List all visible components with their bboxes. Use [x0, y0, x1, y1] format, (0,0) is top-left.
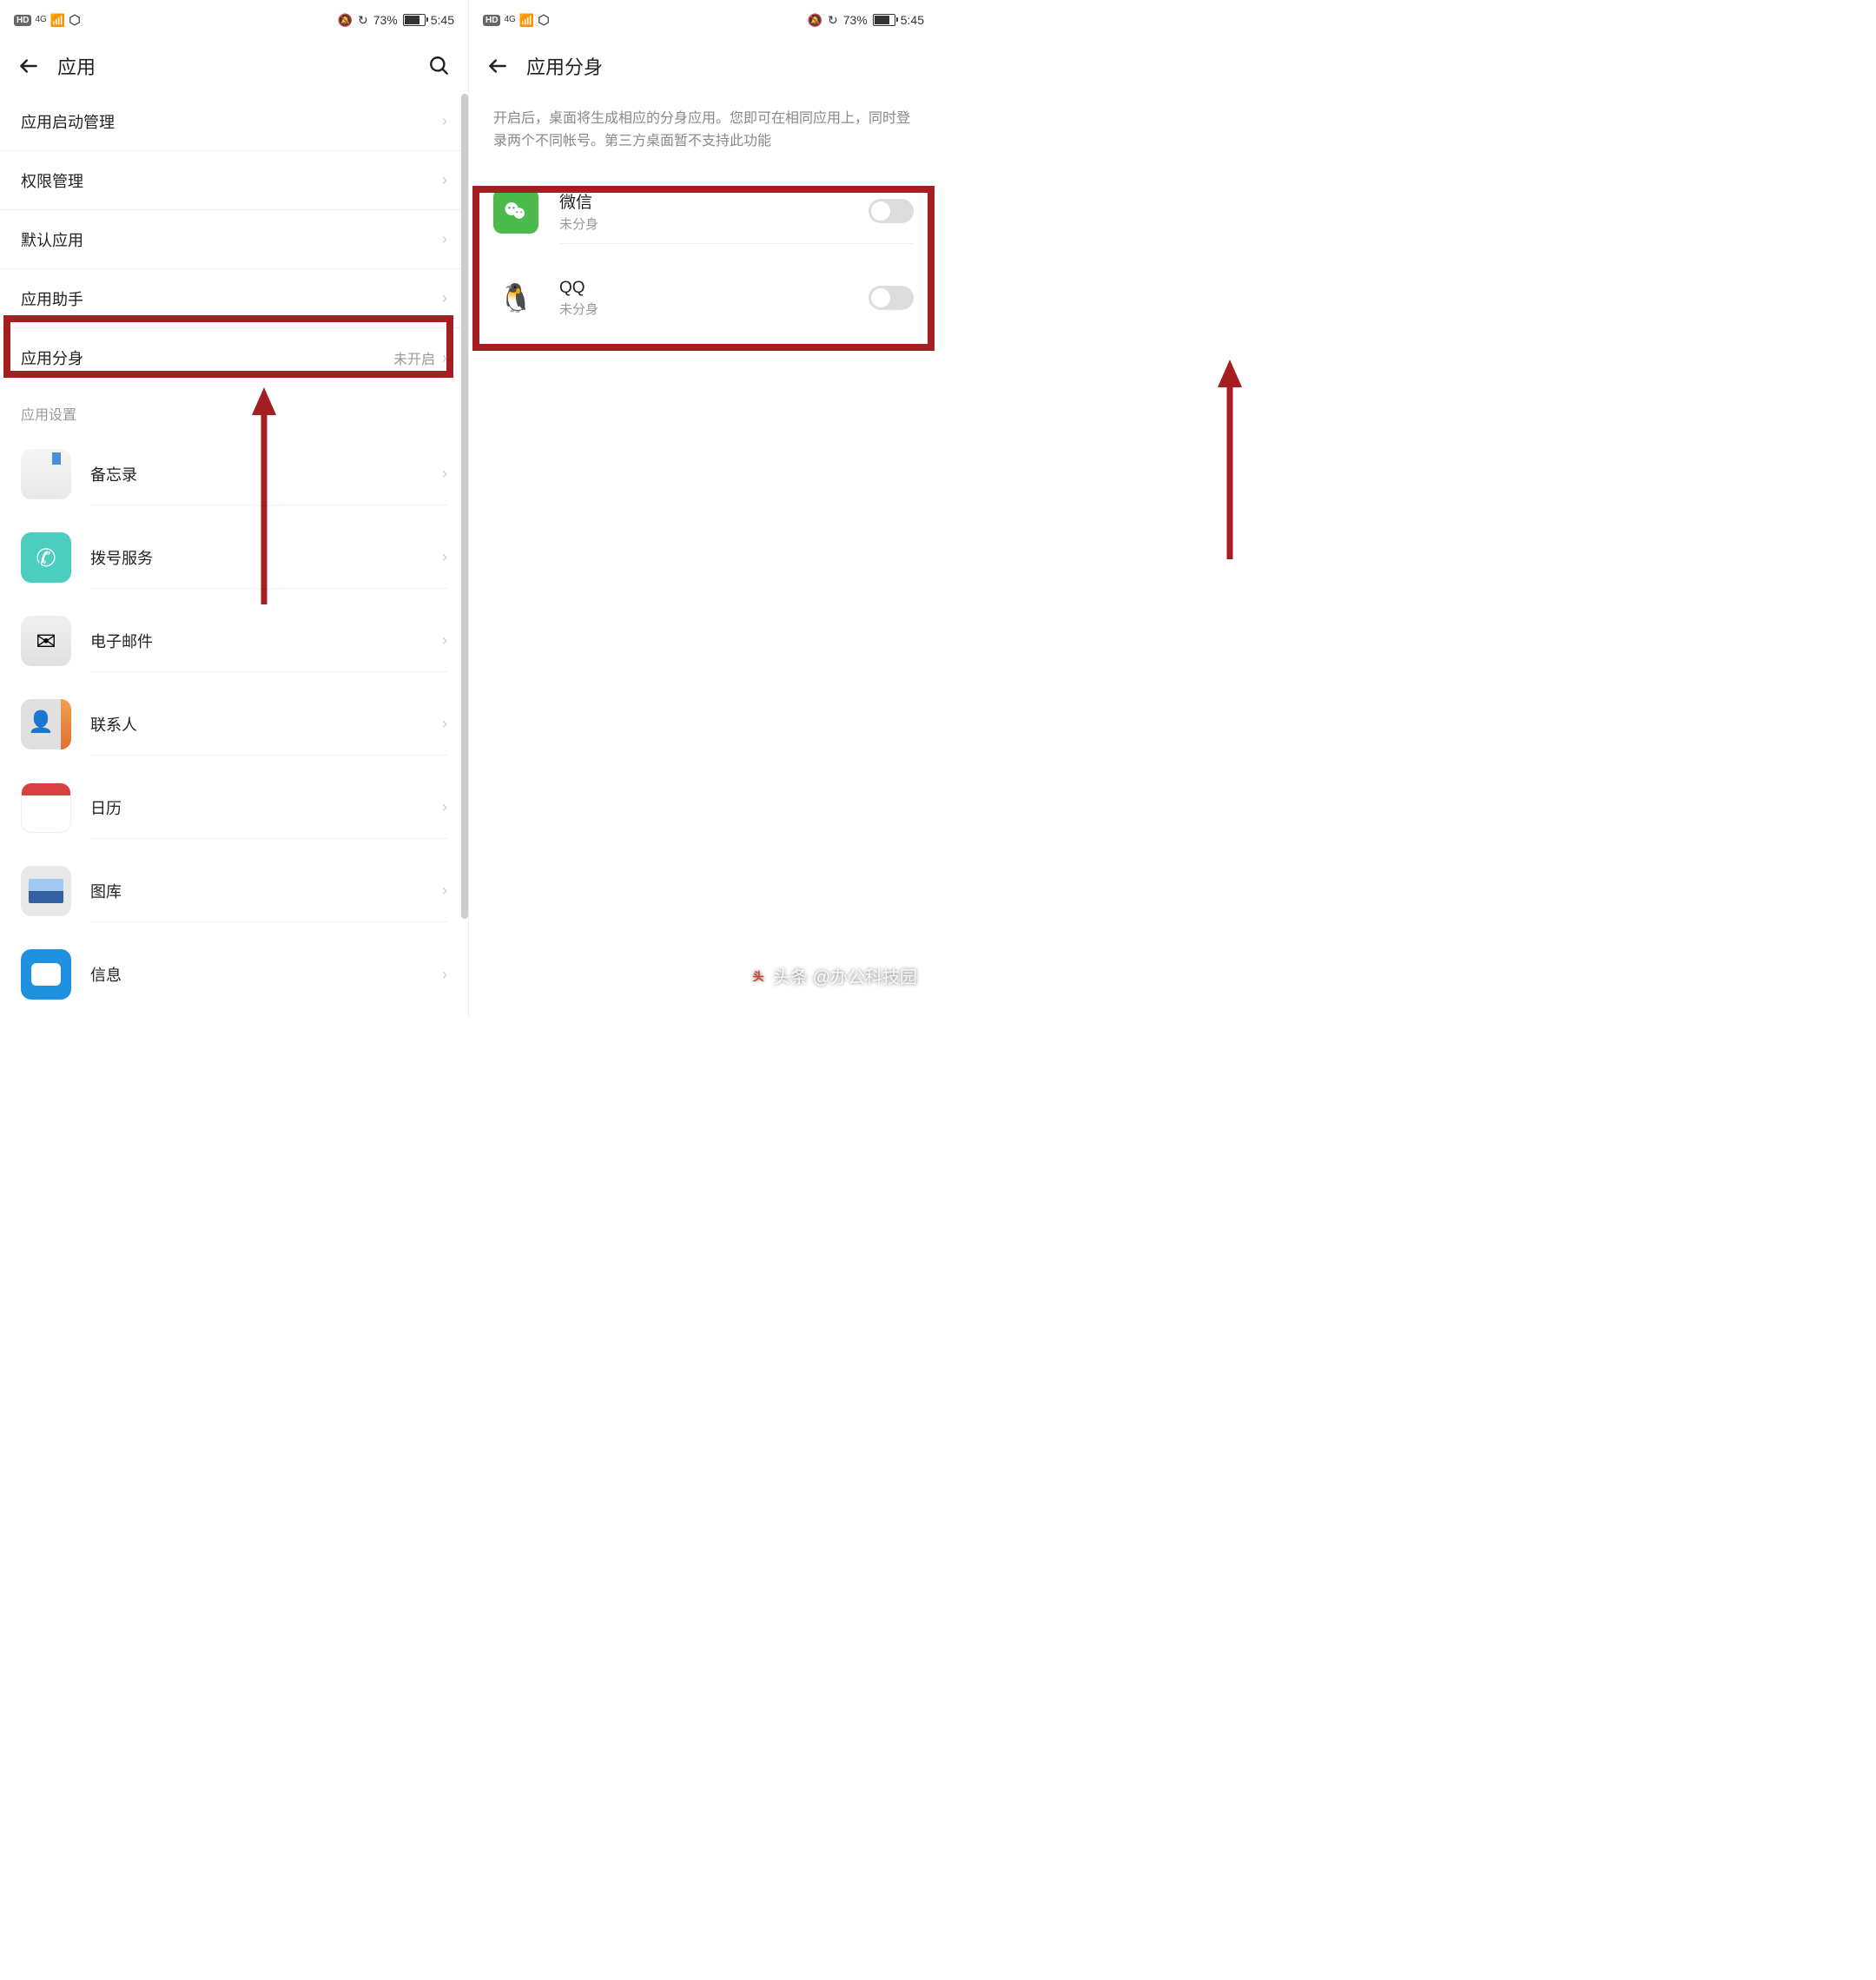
signal-indicator: 4G [35, 16, 46, 24]
signal-bars-icon: 📶 [50, 13, 65, 28]
gallery-icon [21, 866, 71, 916]
battery-pct: 73% [373, 13, 398, 27]
item-label: 应用启动管理 [21, 110, 442, 133]
app-item-calendar[interactable]: 日历 › [0, 766, 468, 849]
app-item-contacts[interactable]: 联系人 › [0, 683, 468, 766]
app-name: 微信 [559, 189, 869, 213]
status-bar: HD 4G 📶 🔕 ↻ 73% 5:45 [0, 0, 468, 40]
chevron-right-icon: › [442, 112, 447, 130]
item-label: 权限管理 [21, 169, 442, 192]
app-status: 未分身 [559, 214, 869, 233]
chevron-right-icon: › [442, 465, 447, 483]
hd-icon: HD [483, 15, 500, 26]
watermark-text: 头条 @办公科技园 [773, 963, 917, 988]
calendar-icon [21, 782, 71, 833]
data-icon: ↻ [828, 13, 838, 28]
qq-icon: 🐧 [493, 275, 538, 320]
phone-screen-apps: HD 4G 📶 🔕 ↻ 73% 5:45 应用 应用启动管理 › 权限管理 › … [0, 0, 469, 1016]
hd-icon: HD [14, 15, 31, 26]
chevron-right-icon: › [442, 798, 447, 816]
memo-icon [21, 449, 71, 499]
status-bar: HD 4G 📶 🔕 ↻ 73% 5:45 [469, 0, 938, 40]
chevron-right-icon: › [442, 715, 447, 733]
item-default-apps[interactable]: 默认应用 › [0, 210, 468, 269]
twin-app-list: 微信 未分身 🐧 QQ 未分身 [469, 168, 938, 341]
twin-item-wechat: 微信 未分身 [469, 168, 938, 254]
app-name: 备忘录 [90, 463, 442, 485]
chevron-right-icon: › [442, 881, 447, 900]
header: 应用 [0, 40, 468, 92]
phone-screen-app-twin: HD 4G 📶 🔕 ↻ 73% 5:45 应用分身 开启后，桌面将生成相应的分身… [469, 0, 938, 1016]
battery-icon [873, 14, 895, 26]
signal-indicator: 4G [504, 16, 515, 24]
app-name: 联系人 [90, 713, 442, 736]
clock: 5:45 [901, 13, 924, 27]
header: 应用分身 [469, 40, 938, 92]
chevron-right-icon: › [442, 548, 447, 566]
chevron-right-icon: › [442, 289, 447, 307]
contacts-icon [21, 699, 71, 749]
app-name: 日历 [90, 796, 442, 819]
chevron-right-icon: › [442, 230, 447, 248]
settings-list: 应用启动管理 › 权限管理 › 默认应用 › 应用助手 › 应用分身 未开启 › [0, 92, 468, 387]
back-button[interactable] [17, 55, 40, 77]
app-item-dialer[interactable]: ✆ 拨号服务 › [0, 516, 468, 599]
item-app-launch[interactable]: 应用启动管理 › [0, 92, 468, 151]
app-name: 电子邮件 [90, 630, 442, 652]
toggle-wechat[interactable] [869, 199, 914, 223]
item-label: 应用分身 [21, 346, 393, 369]
battery-pct: 73% [843, 13, 868, 27]
annotation-arrow [1212, 360, 1247, 559]
app-status: 未分身 [559, 300, 869, 318]
clock: 5:45 [431, 13, 454, 27]
app-item-email[interactable]: ✉ 电子邮件 › [0, 599, 468, 683]
mute-icon: 🔕 [808, 13, 822, 28]
data-icon: ↻ [358, 13, 368, 28]
mute-icon: 🔕 [338, 13, 353, 28]
page-title: 应用分身 [526, 52, 921, 80]
wechat-icon [493, 188, 538, 234]
section-header: 应用设置 [0, 387, 468, 432]
mail-icon: ✉ [21, 616, 71, 666]
chevron-right-icon: › [442, 171, 447, 189]
page-title: 应用 [57, 52, 411, 80]
app-name: QQ [559, 279, 869, 298]
signal-bars-icon: 📶 [519, 13, 534, 28]
chevron-right-icon: › [442, 966, 447, 984]
phone-icon: ✆ [21, 532, 71, 583]
twin-item-qq: 🐧 QQ 未分身 [469, 254, 938, 341]
item-app-twin[interactable]: 应用分身 未开启 › [0, 328, 468, 387]
watermark: 头 头条 @办公科技园 [749, 963, 917, 988]
app-item-memo[interactable]: 备忘录 › [0, 432, 468, 516]
item-permissions[interactable]: 权限管理 › [0, 151, 468, 210]
messages-icon [21, 949, 71, 1000]
item-app-assistant[interactable]: 应用助手 › [0, 269, 468, 328]
app-settings-list: 备忘录 › ✆ 拨号服务 › ✉ 电子邮件 › 联系人 › [0, 432, 468, 1016]
app-item-gallery[interactable]: 图库 › [0, 849, 468, 933]
search-button[interactable] [428, 55, 451, 77]
back-button[interactable] [486, 55, 509, 77]
description: 开启后，桌面将生成相应的分身应用。您即可在相同应用上，同时登录两个不同帐号。第三… [469, 92, 938, 168]
app-name: 信息 [90, 963, 442, 986]
item-value: 未开启 [393, 347, 435, 368]
chevron-right-icon: › [442, 631, 447, 650]
chevron-right-icon: › [442, 349, 447, 367]
scrollbar[interactable] [461, 94, 468, 919]
item-label: 默认应用 [21, 228, 442, 251]
hex-icon [69, 14, 81, 26]
app-name: 拨号服务 [90, 546, 442, 569]
app-item-messages[interactable]: 信息 › [0, 933, 468, 1016]
watermark-badge-icon: 头 [749, 967, 768, 986]
toggle-qq[interactable] [869, 286, 914, 310]
app-name: 图库 [90, 880, 442, 902]
item-label: 应用助手 [21, 287, 442, 310]
hex-icon [538, 14, 550, 26]
battery-icon [403, 14, 426, 26]
